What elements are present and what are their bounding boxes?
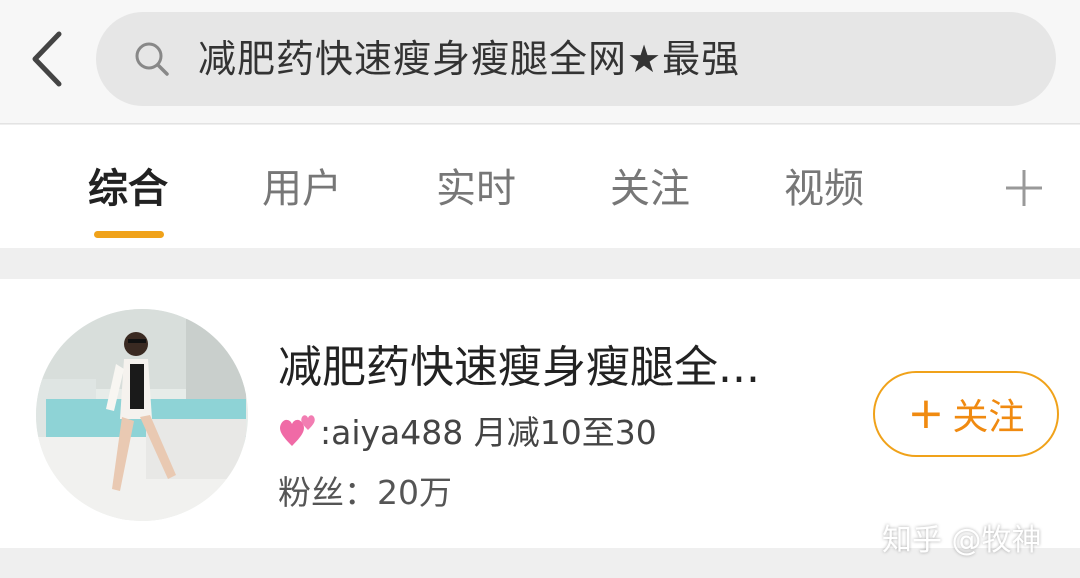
search-bar[interactable]: 减肥药快速瘦身瘦腿全网★最强 [96,12,1056,106]
user-name[interactable]: 减肥药快速瘦身瘦腿全... [278,331,760,395]
top-bar: 减肥药快速瘦身瘦腿全网★最强 [0,0,1080,124]
two-hearts-icon [280,415,315,446]
search-query[interactable]: 减肥药快速瘦身瘦腿全网★最强 [198,12,740,106]
user-description: :aiya488 月减10至30 [278,406,657,454]
fans-count: 粉丝：20万 [278,473,452,512]
tab-bar: 综合 用户 实时 关注 视频 [0,125,1080,248]
tab-comprehensive[interactable]: 综合 [58,125,198,248]
avatar[interactable] [36,309,248,521]
chevron-left-icon [32,31,62,87]
tab-videos[interactable]: 视频 [754,125,894,248]
follow-plus: + [907,388,945,439]
description-text: :aiya488 月减10至30 [320,413,657,452]
watermark: 知乎 @牧神 [882,523,1042,558]
user-result-card[interactable]: 减肥药快速瘦身瘦腿全... :aiya488 月减10至30 粉丝：20万 + … [0,279,1080,548]
tab-realtime[interactable]: 实时 [406,125,546,248]
tab-following[interactable]: 关注 [580,125,720,248]
search-icon [135,42,169,76]
plus-icon[interactable] [990,168,1058,208]
follow-label: 关注 [952,397,1025,438]
follow-button[interactable]: + 关注 [873,371,1059,457]
back-button[interactable] [22,28,72,90]
active-tab-indicator [94,231,164,238]
tab-users[interactable]: 用户 [232,125,372,248]
